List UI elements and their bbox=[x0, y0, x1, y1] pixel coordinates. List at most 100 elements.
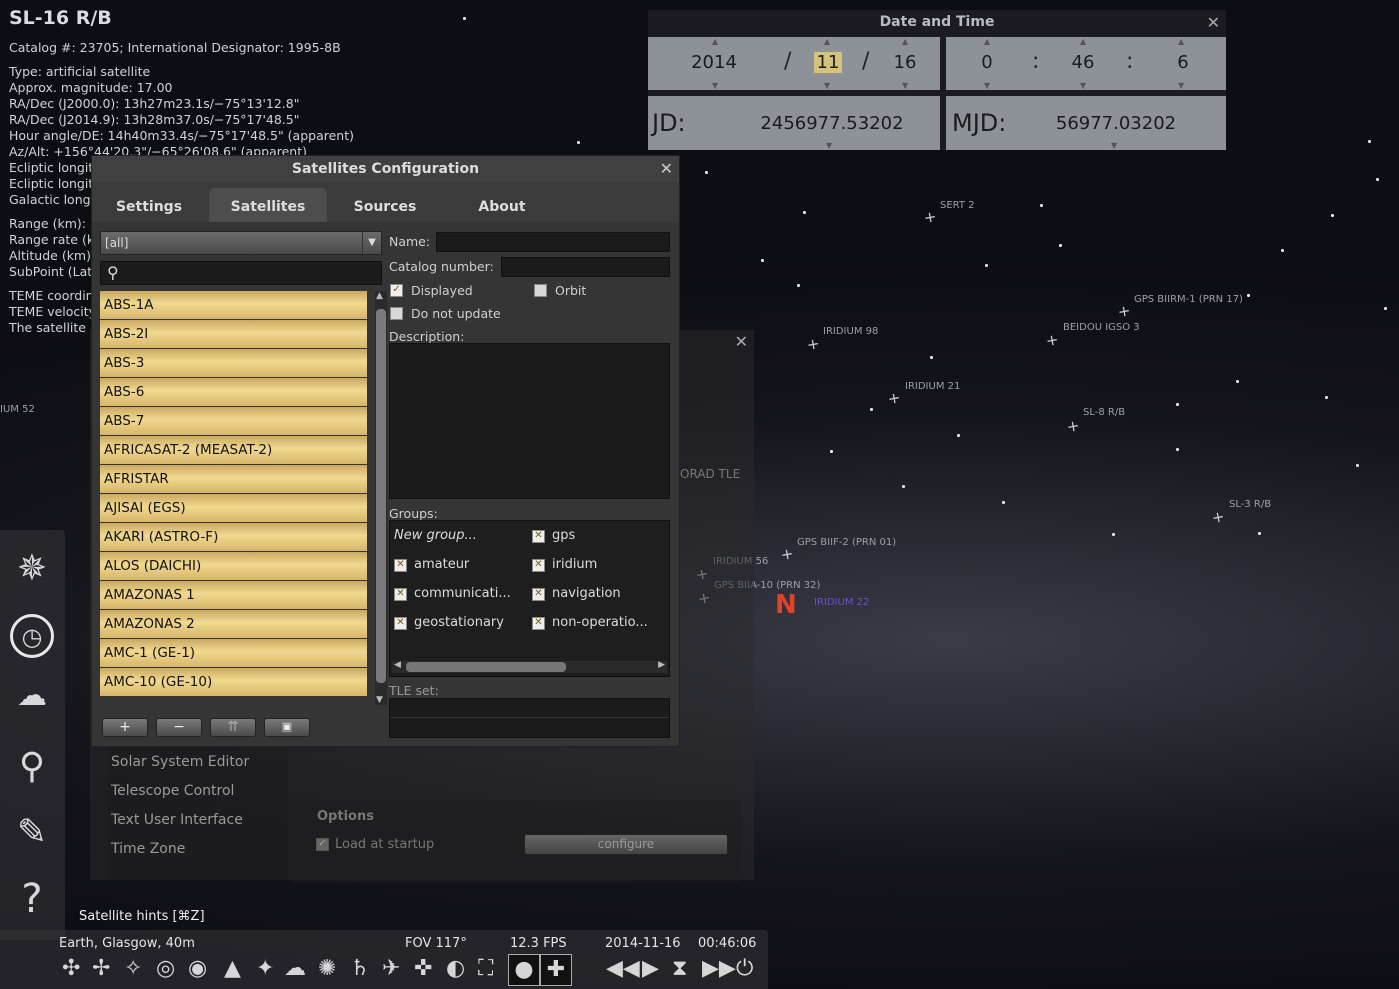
group-item-geostationary[interactable]: geostationary bbox=[414, 615, 504, 630]
equatorial-grid-icon[interactable]: ◎ bbox=[156, 956, 175, 981]
close-icon[interactable]: ✕ bbox=[1207, 10, 1220, 35]
sky-viewing-icon[interactable]: ☁ bbox=[8, 678, 56, 713]
minute-field[interactable]: 46 bbox=[1066, 52, 1100, 73]
sky-label[interactable]: SL-3 R/B bbox=[1229, 499, 1271, 510]
sky-label[interactable]: BEIDOU IGSO 3 bbox=[1063, 322, 1140, 333]
nebulas-icon[interactable]: ✺ bbox=[318, 956, 336, 981]
group-checkbox-amateur[interactable]: ✕ bbox=[394, 559, 407, 572]
group-checkbox-geostationary[interactable]: ✕ bbox=[394, 617, 407, 630]
plugin-item[interactable]: Solar System Editor bbox=[111, 754, 249, 770]
configure-button[interactable]: configure bbox=[524, 834, 728, 855]
date-time-titlebar[interactable]: Date and Time ✕ bbox=[648, 10, 1226, 35]
do-not-update-checkbox[interactable] bbox=[390, 307, 403, 320]
sky-label[interactable]: SL-8 R/B bbox=[1083, 407, 1125, 418]
satellite-list-item[interactable]: ALOS (DAICHI) bbox=[100, 552, 367, 580]
satellite-icon[interactable]: ✕ bbox=[1043, 332, 1061, 351]
mjd-field[interactable]: 56977.03202 bbox=[1046, 113, 1186, 134]
group-checkbox-iridium[interactable]: ✕ bbox=[532, 559, 545, 572]
equatorial-mount-icon[interactable]: ✈ bbox=[382, 956, 400, 981]
play-icon[interactable]: ▶ bbox=[642, 956, 659, 981]
satellite-list-scrollbar[interactable]: ▲ ▼ bbox=[375, 291, 387, 705]
group-checkbox-gps[interactable]: ✕ bbox=[532, 530, 545, 543]
tab-about[interactable]: About bbox=[466, 188, 538, 222]
add-satellite-button[interactable]: + bbox=[102, 718, 148, 737]
satellites-config-titlebar[interactable]: Satellites Configuration ✕ bbox=[92, 156, 679, 182]
plugin-item[interactable]: Time Zone bbox=[111, 841, 185, 857]
rewind-icon[interactable]: ◀◀ bbox=[606, 956, 640, 981]
chevron-up-icon[interactable]: ▲ bbox=[712, 37, 718, 46]
group-item-iridium[interactable]: iridium bbox=[552, 557, 597, 572]
group-filter-select[interactable]: [all] ▼ bbox=[100, 231, 382, 255]
displayed-checkbox[interactable]: ✓ bbox=[390, 284, 403, 297]
tab-sources[interactable]: Sources bbox=[344, 188, 426, 222]
azimuthal-grid-icon[interactable]: ◉ bbox=[188, 956, 207, 981]
close-icon[interactable]: ✕ bbox=[735, 332, 748, 351]
satellite-icon[interactable]: ✕ bbox=[804, 336, 822, 355]
plugin-item[interactable]: Text User Interface bbox=[111, 812, 243, 828]
chevron-down-icon[interactable]: ▼ bbox=[826, 141, 832, 150]
tle-set-field[interactable] bbox=[389, 698, 670, 738]
catalog-number-field[interactable] bbox=[501, 257, 670, 277]
chevron-up-icon[interactable]: ▲ bbox=[824, 37, 830, 46]
chevron-down-icon[interactable]: ▼ bbox=[824, 81, 830, 90]
hour-field[interactable]: 0 bbox=[972, 52, 1002, 73]
cardinal-points-icon[interactable]: ✦ bbox=[256, 956, 274, 981]
scroll-up-icon[interactable]: ▲ bbox=[376, 291, 383, 301]
quit-icon[interactable]: ⏻ bbox=[736, 956, 753, 981]
fast-forward-icon[interactable]: ▶▶ bbox=[702, 956, 736, 981]
satellite-icon[interactable]: ✕ bbox=[885, 390, 903, 409]
chevron-down-icon[interactable]: ▼ bbox=[1111, 141, 1117, 150]
second-field[interactable]: 6 bbox=[1168, 52, 1198, 73]
name-field[interactable] bbox=[436, 232, 670, 252]
chevron-down-icon[interactable]: ▼ bbox=[984, 81, 990, 90]
scroll-left-icon[interactable]: ◀ bbox=[394, 660, 401, 670]
group-item-amateur[interactable]: amateur bbox=[414, 557, 469, 572]
chevron-up-icon[interactable]: ▲ bbox=[902, 37, 908, 46]
chevron-down-icon[interactable]: ▼ bbox=[902, 81, 908, 90]
chevron-up-icon[interactable]: ▲ bbox=[1178, 37, 1184, 46]
satellite-list-item[interactable]: ABS-7 bbox=[100, 407, 367, 435]
scrollbar-thumb[interactable] bbox=[376, 309, 386, 683]
sky-label[interactable]: IRIDIUM 98 bbox=[823, 326, 878, 337]
center-icon[interactable]: ✜ bbox=[414, 956, 432, 981]
orbit-checkbox[interactable] bbox=[534, 284, 547, 297]
satellite-icon[interactable]: ✕ bbox=[1064, 418, 1082, 437]
chevron-down-icon[interactable]: ▼ bbox=[712, 81, 718, 90]
satellite-list-item[interactable]: AJISAI (EGS) bbox=[100, 494, 367, 522]
chevron-up-icon[interactable]: ▲ bbox=[984, 37, 990, 46]
jd-field[interactable]: 2456977.53202 bbox=[752, 113, 912, 134]
tab-satellites[interactable]: Satellites bbox=[209, 188, 327, 222]
satellite-list-item[interactable]: ABS-6 bbox=[100, 378, 367, 406]
constellation-lines-icon[interactable]: ✣ bbox=[62, 956, 80, 981]
new-group-item[interactable]: New group... bbox=[394, 528, 477, 543]
fullscreen-icon[interactable]: ⛶ bbox=[478, 956, 493, 981]
month-field[interactable]: 11 bbox=[814, 52, 842, 73]
chevron-down-icon[interactable]: ▼ bbox=[1080, 81, 1086, 90]
year-field[interactable]: 2014 bbox=[682, 52, 746, 73]
sky-label[interactable]: GPS BIIF-2 (PRN 01) bbox=[797, 537, 896, 548]
day-field[interactable]: 16 bbox=[890, 52, 920, 73]
sky-label[interactable]: IRIDIUM 21 bbox=[905, 381, 960, 392]
satellite-list-item[interactable]: AMAZONAS 1 bbox=[100, 581, 367, 609]
satellite-list-item[interactable]: AKARI (ASTRO-F) bbox=[100, 523, 367, 551]
update-button[interactable]: ⇈ bbox=[210, 718, 256, 737]
description-field[interactable] bbox=[389, 343, 670, 499]
planets-icon[interactable]: ♄ bbox=[350, 956, 370, 981]
tab-settings[interactable]: Settings bbox=[108, 188, 190, 222]
wrench-icon[interactable]: ✎ bbox=[8, 812, 56, 853]
satellite-icon[interactable]: ✕ bbox=[1115, 303, 1133, 322]
location-icon[interactable]: ✵ bbox=[8, 548, 56, 589]
groups-list[interactable]: New group... ✕ amateur ✕ communicati... … bbox=[389, 520, 670, 677]
satellite-list-item[interactable]: ABS-2I bbox=[100, 320, 367, 348]
satellite-toggle-icon[interactable]: ✚ bbox=[540, 954, 572, 986]
scroll-down-icon[interactable]: ▼ bbox=[376, 695, 383, 705]
chevron-down-icon[interactable]: ▼ bbox=[1178, 81, 1184, 90]
sky-label[interactable]: IRIDIUM 22 bbox=[814, 597, 869, 608]
group-item-navigation[interactable]: navigation bbox=[552, 586, 621, 601]
group-checkbox-navigation[interactable]: ✕ bbox=[532, 588, 545, 601]
ground-icon[interactable]: ▲ bbox=[224, 956, 241, 981]
sky-label[interactable]: IUM 52 bbox=[0, 404, 35, 415]
satellite-icon[interactable]: ✕ bbox=[1209, 509, 1227, 528]
constellation-art-icon[interactable]: ✧ bbox=[124, 956, 142, 981]
group-item-non-operational[interactable]: non-operatio... bbox=[552, 615, 648, 630]
